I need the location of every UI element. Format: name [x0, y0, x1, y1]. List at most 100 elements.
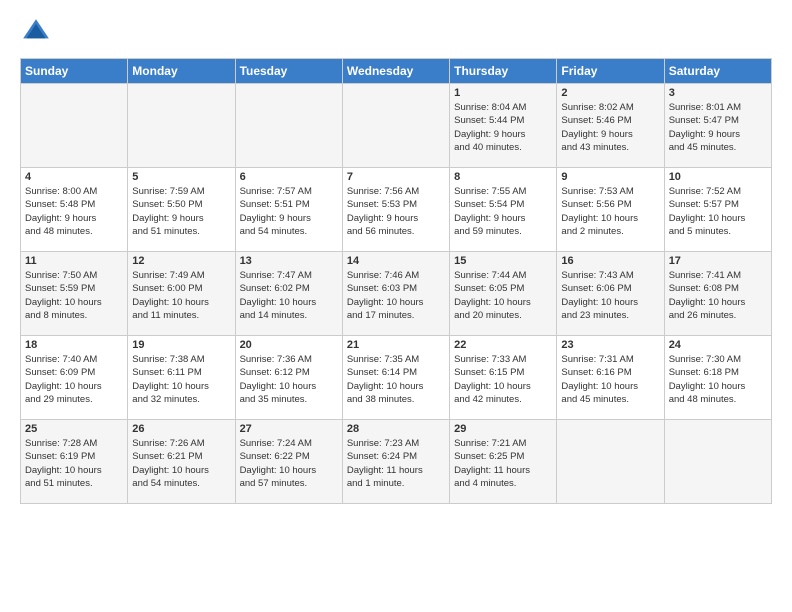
day-info: Sunrise: 7:43 AM Sunset: 6:06 PM Dayligh…: [561, 269, 659, 322]
day-info: Sunrise: 7:41 AM Sunset: 6:08 PM Dayligh…: [669, 269, 767, 322]
calendar-cell: 24Sunrise: 7:30 AM Sunset: 6:18 PM Dayli…: [664, 336, 771, 420]
day-header-saturday: Saturday: [664, 59, 771, 84]
day-info: Sunrise: 7:36 AM Sunset: 6:12 PM Dayligh…: [240, 353, 338, 406]
calendar-cell: 4 Sunrise: 8:00 AM Sunset: 5:48 PM Daylig…: [21, 168, 128, 252]
week-row-1: 1Sunrise: 8:04 AM Sunset: 5:44 PM Daylig…: [21, 84, 772, 168]
day-number: 18: [25, 339, 123, 351]
day-info: Sunrise: 7:46 AM Sunset: 6:03 PM Dayligh…: [347, 269, 445, 322]
calendar-cell: 26 Sunrise: 7:26 AM Sunset: 6:21 PM Dayli…: [128, 420, 235, 504]
day-info: Sunrise: 7:59 AM Sunset: 5:50 PM Dayligh…: [132, 185, 230, 238]
day-info: Sunrise: 7:24 AM Sunset: 6:22 PM Dayligh…: [240, 437, 338, 490]
day-info: Sunrise: 7:21 AM Sunset: 6:25 PM Dayligh…: [454, 437, 552, 490]
day-number: 10: [669, 171, 767, 183]
calendar-cell: 1Sunrise: 8:04 AM Sunset: 5:44 PM Daylig…: [450, 84, 557, 168]
calendar-cell: 21 Sunrise: 7:35 AM Sunset: 6:14 PM Dayli…: [342, 336, 449, 420]
calendar-cell: 22 Sunrise: 7:33 AM Sunset: 6:15 PM Dayli…: [450, 336, 557, 420]
calendar-cell: 3 Sunrise: 8:01 AM Sunset: 5:47 PM Daylig…: [664, 84, 771, 168]
calendar-cell: 13 Sunrise: 7:47 AM Sunset: 6:02 PM Dayli…: [235, 252, 342, 336]
logo: [20, 16, 56, 48]
day-number: 28: [347, 423, 445, 435]
day-number: 9: [561, 171, 659, 183]
day-info: Sunrise: 7:23 AM Sunset: 6:24 PM Dayligh…: [347, 437, 445, 490]
calendar-cell: [557, 420, 664, 504]
calendar-cell: 28 Sunrise: 7:23 AM Sunset: 6:24 PM Dayli…: [342, 420, 449, 504]
calendar-cell: 23 Sunrise: 7:31 AM Sunset: 6:16 PM Dayli…: [557, 336, 664, 420]
day-number: 13: [240, 255, 338, 267]
day-info: Sunrise: 7:49 AM Sunset: 6:00 PM Dayligh…: [132, 269, 230, 322]
day-info: Sunrise: 7:53 AM Sunset: 5:56 PM Dayligh…: [561, 185, 659, 238]
day-number: 8: [454, 171, 552, 183]
day-number: 23: [561, 339, 659, 351]
day-header-friday: Friday: [557, 59, 664, 84]
calendar-cell: 5 Sunrise: 7:59 AM Sunset: 5:50 PM Daylig…: [128, 168, 235, 252]
day-info: Sunrise: 8:00 AM Sunset: 5:48 PM Dayligh…: [25, 185, 123, 238]
calendar-cell: 11 Sunrise: 7:50 AM Sunset: 5:59 PM Dayli…: [21, 252, 128, 336]
day-number: 12: [132, 255, 230, 267]
day-number: 11: [25, 255, 123, 267]
day-number: 20: [240, 339, 338, 351]
calendar-cell: 20 Sunrise: 7:36 AM Sunset: 6:12 PM Dayli…: [235, 336, 342, 420]
day-info: Sunrise: 7:50 AM Sunset: 5:59 PM Dayligh…: [25, 269, 123, 322]
day-header-sunday: Sunday: [21, 59, 128, 84]
day-number: 3: [669, 87, 767, 99]
week-row-5: 25 Sunrise: 7:28 AM Sunset: 6:19 PM Dayli…: [21, 420, 772, 504]
calendar-cell: [342, 84, 449, 168]
day-info: Sunrise: 7:28 AM Sunset: 6:19 PM Dayligh…: [25, 437, 123, 490]
day-number: 15: [454, 255, 552, 267]
day-info: Sunrise: 7:30 AM Sunset: 6:18 PM Dayligh…: [669, 353, 767, 406]
day-info: Sunrise: 7:44 AM Sunset: 6:05 PM Dayligh…: [454, 269, 552, 322]
day-number: 27: [240, 423, 338, 435]
calendar-cell: 16 Sunrise: 7:43 AM Sunset: 6:06 PM Dayli…: [557, 252, 664, 336]
calendar-cell: 9 Sunrise: 7:53 AM Sunset: 5:56 PM Daylig…: [557, 168, 664, 252]
calendar-table: SundayMondayTuesdayWednesdayThursdayFrid…: [20, 58, 772, 504]
calendar-cell: 19 Sunrise: 7:38 AM Sunset: 6:11 PM Dayli…: [128, 336, 235, 420]
day-number: 2: [561, 87, 659, 99]
calendar-cell: 12 Sunrise: 7:49 AM Sunset: 6:00 PM Dayli…: [128, 252, 235, 336]
calendar-cell: [664, 420, 771, 504]
day-info: Sunrise: 7:47 AM Sunset: 6:02 PM Dayligh…: [240, 269, 338, 322]
calendar-cell: 25 Sunrise: 7:28 AM Sunset: 6:19 PM Dayli…: [21, 420, 128, 504]
day-info: Sunrise: 7:52 AM Sunset: 5:57 PM Dayligh…: [669, 185, 767, 238]
day-number: 4: [25, 171, 123, 183]
day-info: Sunrise: 7:38 AM Sunset: 6:11 PM Dayligh…: [132, 353, 230, 406]
day-header-wednesday: Wednesday: [342, 59, 449, 84]
calendar-cell: 6Sunrise: 7:57 AM Sunset: 5:51 PM Daylig…: [235, 168, 342, 252]
calendar-cell: 8 Sunrise: 7:55 AM Sunset: 5:54 PM Daylig…: [450, 168, 557, 252]
day-number: 21: [347, 339, 445, 351]
calendar-cell: [235, 84, 342, 168]
day-info: Sunrise: 7:57 AM Sunset: 5:51 PM Dayligh…: [240, 185, 338, 238]
calendar-cell: [21, 84, 128, 168]
day-number: 19: [132, 339, 230, 351]
day-info: Sunrise: 7:56 AM Sunset: 5:53 PM Dayligh…: [347, 185, 445, 238]
calendar-cell: 7Sunrise: 7:56 AM Sunset: 5:53 PM Daylig…: [342, 168, 449, 252]
week-row-2: 4 Sunrise: 8:00 AM Sunset: 5:48 PM Daylig…: [21, 168, 772, 252]
calendar-cell: 14 Sunrise: 7:46 AM Sunset: 6:03 PM Dayli…: [342, 252, 449, 336]
day-number: 22: [454, 339, 552, 351]
day-number: 5: [132, 171, 230, 183]
day-info: Sunrise: 7:55 AM Sunset: 5:54 PM Dayligh…: [454, 185, 552, 238]
week-row-3: 11 Sunrise: 7:50 AM Sunset: 5:59 PM Dayli…: [21, 252, 772, 336]
day-number: 25: [25, 423, 123, 435]
calendar-cell: 2 Sunrise: 8:02 AM Sunset: 5:46 PM Daylig…: [557, 84, 664, 168]
calendar-cell: [128, 84, 235, 168]
day-number: 26: [132, 423, 230, 435]
logo-icon: [20, 16, 52, 48]
day-info: Sunrise: 7:31 AM Sunset: 6:16 PM Dayligh…: [561, 353, 659, 406]
day-header-monday: Monday: [128, 59, 235, 84]
calendar-cell: 27 Sunrise: 7:24 AM Sunset: 6:22 PM Dayli…: [235, 420, 342, 504]
day-number: 14: [347, 255, 445, 267]
day-number: 1: [454, 87, 552, 99]
day-info: Sunrise: 7:26 AM Sunset: 6:21 PM Dayligh…: [132, 437, 230, 490]
calendar-cell: 10 Sunrise: 7:52 AM Sunset: 5:57 PM Dayli…: [664, 168, 771, 252]
calendar-cell: 17Sunrise: 7:41 AM Sunset: 6:08 PM Dayli…: [664, 252, 771, 336]
page: SundayMondayTuesdayWednesdayThursdayFrid…: [0, 0, 792, 514]
day-info: Sunrise: 7:33 AM Sunset: 6:15 PM Dayligh…: [454, 353, 552, 406]
day-number: 16: [561, 255, 659, 267]
day-header-thursday: Thursday: [450, 59, 557, 84]
day-header-tuesday: Tuesday: [235, 59, 342, 84]
day-info: Sunrise: 8:02 AM Sunset: 5:46 PM Dayligh…: [561, 101, 659, 154]
week-row-4: 18Sunrise: 7:40 AM Sunset: 6:09 PM Dayli…: [21, 336, 772, 420]
day-info: Sunrise: 8:01 AM Sunset: 5:47 PM Dayligh…: [669, 101, 767, 154]
day-number: 29: [454, 423, 552, 435]
day-info: Sunrise: 7:35 AM Sunset: 6:14 PM Dayligh…: [347, 353, 445, 406]
